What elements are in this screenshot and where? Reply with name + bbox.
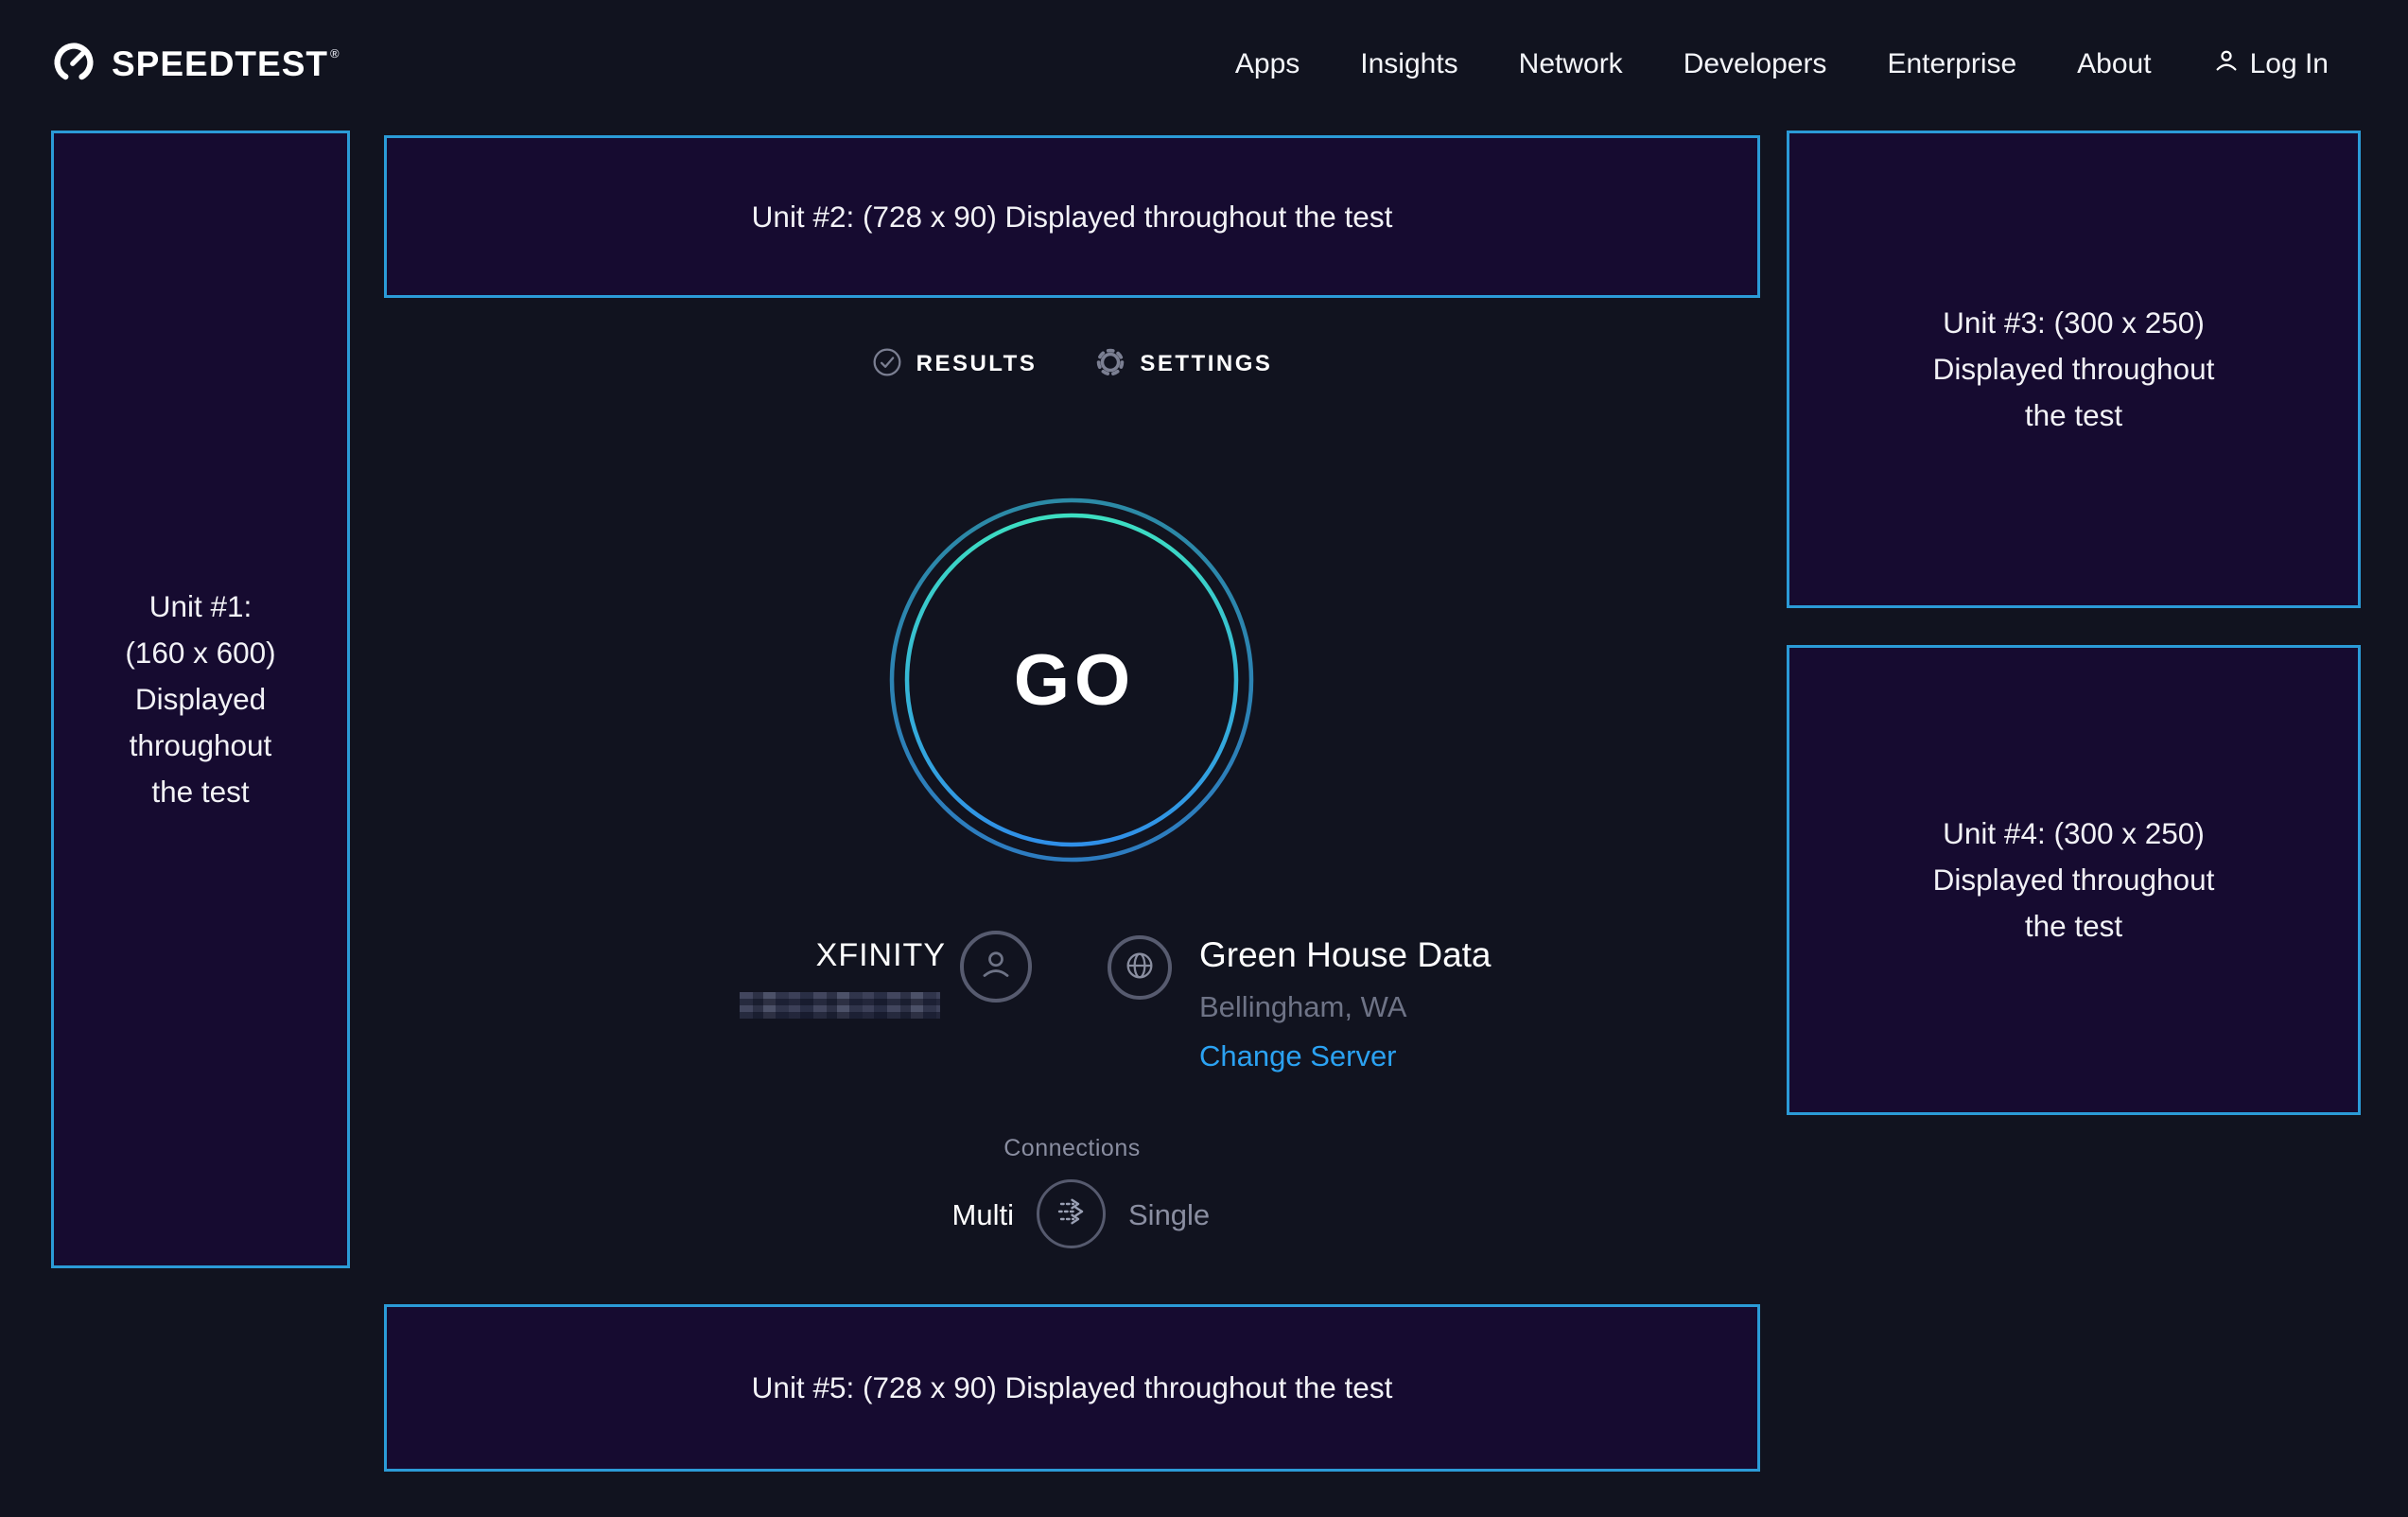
nav-login[interactable]: Log In: [2212, 46, 2329, 82]
globe-icon: [1122, 948, 1158, 988]
ad-unit-5: Unit #5: (728 x 90) Displayed throughout…: [384, 1304, 1760, 1472]
isp-name: XFINITY: [662, 938, 946, 973]
ad-unit-1: Unit #1: (160 x 600) Displayed throughou…: [51, 131, 350, 1268]
go-button[interactable]: GO: [889, 497, 1254, 863]
ad-unit-4-label: Unit #4: (300 x 250) Displayed throughou…: [1933, 811, 2215, 949]
ad-unit-3-label: Unit #3: (300 x 250) Displayed throughou…: [1933, 300, 2215, 438]
nav-developers[interactable]: Developers: [1684, 48, 1827, 80]
speedtest-gauge-icon: [51, 40, 96, 90]
person-icon: [976, 945, 1016, 989]
multi-connection-arrows-icon: [1051, 1191, 1092, 1237]
tab-bar: RESULTS SETTINGS: [384, 339, 1760, 390]
tab-results[interactable]: RESULTS: [872, 347, 1038, 382]
nav-enterprise[interactable]: Enterprise: [1887, 48, 2016, 80]
server-globe-circle: [1108, 935, 1172, 1000]
nav-network[interactable]: Network: [1519, 48, 1623, 80]
connection-mode-toggle[interactable]: [1037, 1179, 1106, 1248]
isp-ip-redacted-pixelated: [740, 992, 940, 1019]
user-icon: [2212, 46, 2241, 82]
speedtest-page: SPEEDTEST® Apps Insights Network Develop…: [0, 0, 2408, 1517]
ad-unit-5-label: Unit #5: (728 x 90) Displayed throughout…: [752, 1365, 1393, 1411]
nav-insights[interactable]: Insights: [1360, 48, 1457, 80]
logo-text: SPEEDTEST®: [112, 44, 340, 84]
speedtest-logo[interactable]: SPEEDTEST®: [51, 0, 340, 129]
nav-apps[interactable]: Apps: [1235, 48, 1300, 80]
change-server-link[interactable]: Change Server: [1199, 1040, 1397, 1072]
check-circle-icon: [872, 347, 902, 382]
go-label: GO: [889, 497, 1254, 863]
nav-about[interactable]: About: [2077, 48, 2151, 80]
connection-mode-multi[interactable]: Multi: [825, 1198, 1014, 1232]
server-name: Green House Data: [1199, 936, 1492, 975]
gear-icon: [1095, 347, 1125, 382]
ad-unit-2: Unit #2: (728 x 90) Displayed throughout…: [384, 135, 1760, 298]
connections-title: Connections: [384, 1135, 1760, 1162]
ad-unit-2-label: Unit #2: (728 x 90) Displayed throughout…: [752, 194, 1393, 240]
tab-settings[interactable]: SETTINGS: [1095, 347, 1272, 382]
ad-unit-3: Unit #3: (300 x 250) Displayed throughou…: [1787, 131, 2361, 608]
trademark-mark: ®: [330, 46, 340, 61]
isp-avatar-circle: [960, 931, 1032, 1003]
connection-mode-single[interactable]: Single: [1128, 1198, 1210, 1232]
main-nav: Apps Insights Network Developers Enterpr…: [1235, 0, 2329, 129]
ad-unit-4: Unit #4: (300 x 250) Displayed throughou…: [1787, 645, 2361, 1115]
server-location: Bellingham, WA: [1199, 991, 1406, 1023]
ad-unit-1-label: Unit #1: (160 x 600) Displayed throughou…: [125, 584, 275, 814]
